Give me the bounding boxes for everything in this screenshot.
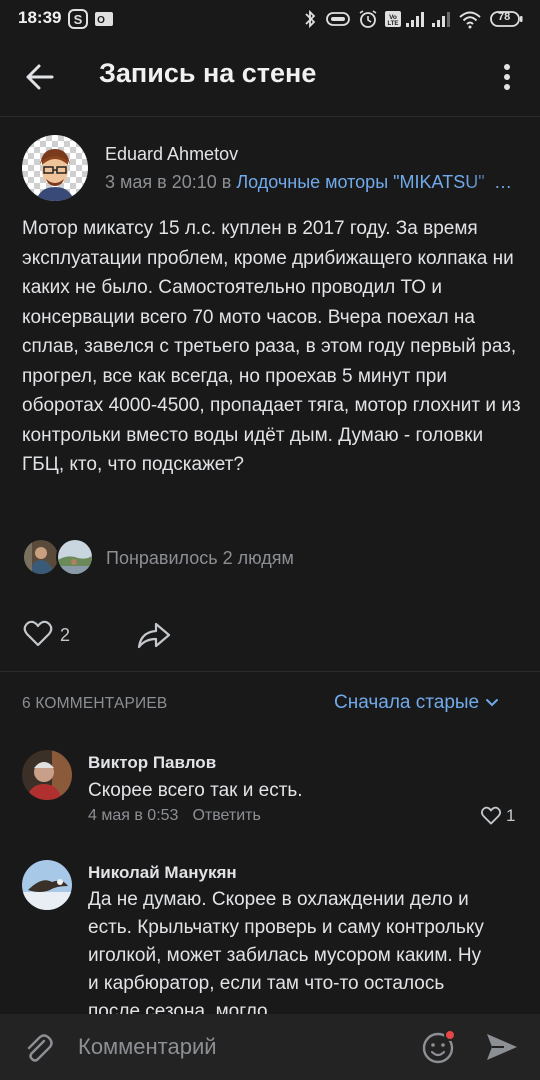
post-like-button[interactable]: 2: [22, 618, 82, 652]
meta-ellipsis: …: [494, 172, 512, 192]
comment-avatar[interactable]: [22, 860, 72, 910]
comment-meta: 4 мая в 0:53 Ответить: [88, 807, 261, 825]
notification-dot: [444, 1029, 456, 1041]
battery-level: 78: [498, 11, 511, 23]
author-avatar-image: [22, 135, 88, 201]
svg-text:Vo: Vo: [389, 14, 397, 21]
comment-composer: [0, 1014, 540, 1080]
liker-avatar-2: [56, 538, 94, 576]
smile-icon: [422, 1029, 456, 1064]
comment-avatar-image-1: [22, 750, 72, 800]
attach-icon[interactable]: [22, 1032, 54, 1064]
screen: 18:39 S O Vo LTE 78 Запись на стене Edua…: [0, 0, 540, 1080]
svg-text:LTE: LTE: [388, 21, 399, 27]
comment-date: 4 мая в 0:53: [88, 807, 179, 824]
skype-icon: S: [68, 9, 88, 29]
share-icon[interactable]: [136, 618, 172, 652]
alarm-icon: [359, 10, 377, 28]
send-icon[interactable]: [484, 1030, 520, 1064]
comment-like-button[interactable]: 1: [480, 805, 524, 829]
signal-icon-2: [432, 12, 450, 27]
comment-author[interactable]: Виктор Павлов: [88, 753, 216, 773]
comment-avatar-image-2: [22, 860, 72, 910]
divider: [0, 671, 540, 672]
status-time: 18:39: [18, 8, 62, 27]
comment-reply-button[interactable]: Ответить: [192, 807, 260, 824]
comment-text: Скорее всего так и есть.: [88, 780, 303, 801]
outlook-icon: O: [95, 12, 113, 26]
likes-text: Понравилось 2 людям: [106, 548, 294, 568]
post-author-name[interactable]: Eduard Ahmetov: [105, 144, 238, 165]
comment-avatar[interactable]: [22, 750, 72, 800]
chevron-down-icon: [486, 698, 499, 707]
status-bar: 18:39 S O Vo LTE 78: [0, 0, 540, 38]
bluetooth-icon: [305, 9, 316, 29]
volte-icon: VoLTE: [385, 11, 401, 27]
post-date: 3 мая в 20:10 в: [105, 172, 237, 192]
comment-input[interactable]: [78, 1028, 398, 1066]
wifi-icon: [459, 11, 481, 29]
comment-like-count: 1: [506, 806, 516, 825]
emoji-button[interactable]: [420, 1028, 458, 1066]
liker-avatar-image-1: [24, 540, 58, 574]
svg-text:S: S: [74, 12, 83, 27]
comments-sort-label: Сначала старые: [334, 692, 480, 713]
comments-sort-button[interactable]: Сначала старые: [334, 692, 499, 714]
heart-icon: [23, 620, 53, 647]
liker-avatar-image-2: [58, 540, 92, 574]
app-header: Запись на стене: [0, 38, 540, 117]
signal-icon: [406, 12, 424, 27]
liker-avatar-1: [22, 538, 60, 576]
page-title: Запись на стене: [99, 58, 317, 88]
battery-saver-icon: [326, 12, 350, 26]
author-avatar[interactable]: [22, 135, 88, 201]
post-meta: 3 мая в 20:10 в Лодочные моторы "MIKATSU…: [105, 172, 515, 193]
heart-icon: [480, 806, 502, 825]
post-group-link[interactable]: Лодочные моторы "MIKATSU": [236, 172, 484, 192]
svg-text:O: O: [97, 15, 105, 26]
more-options-icon[interactable]: [494, 60, 520, 94]
comment-text: Да не думаю. Скорее в охлаждении дело и …: [88, 889, 484, 1022]
post-text: Мотор микатсу 15 л.с. куплен в 2017 году…: [22, 218, 521, 475]
comment-author[interactable]: Николай Манукян: [88, 863, 237, 883]
comments-count: 6 КОММЕНТАРИЕВ: [22, 695, 168, 712]
back-arrow-icon[interactable]: [20, 58, 58, 96]
post-like-count: 2: [60, 625, 71, 645]
